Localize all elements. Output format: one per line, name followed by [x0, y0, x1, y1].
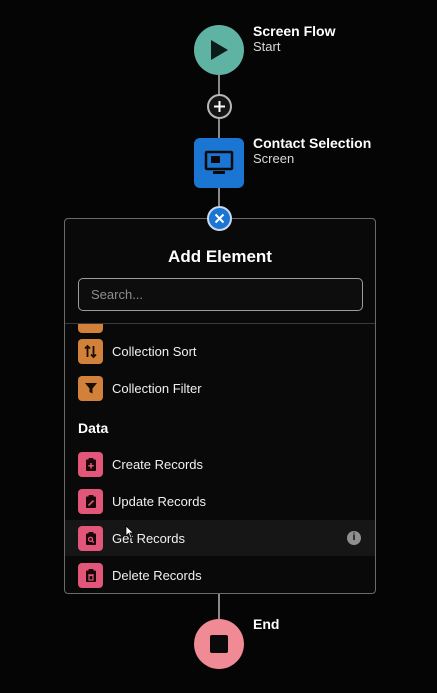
sort-arrows-icon [78, 338, 103, 364]
filter-icon [78, 375, 103, 401]
collection-sort-label: Collection Sort [112, 343, 197, 359]
list-item-create-records[interactable]: Create Records [65, 446, 375, 482]
list-item-delete-records[interactable]: Delete Records [65, 557, 375, 593]
screen-node-title: Contact Selection [253, 135, 372, 151]
screen-icon [204, 150, 234, 174]
search-input[interactable] [78, 278, 363, 311]
screen-node-subtitle: Screen [253, 151, 295, 166]
add-element-button[interactable] [207, 94, 232, 119]
start-node-label: Screen Flow Start [253, 23, 335, 55]
list-item-update-records[interactable]: Update Records [65, 483, 375, 519]
end-node-title: End [253, 616, 280, 632]
connector-screen-to-close [218, 188, 220, 206]
screen-node[interactable] [194, 138, 244, 188]
list-item-get-records[interactable]: Get Records i [65, 520, 375, 556]
start-node-subtitle: Start [253, 39, 281, 54]
element-list[interactable]: Collection Sort Collection Filter Data C… [65, 324, 375, 593]
delete-records-icon [78, 562, 103, 588]
mouse-cursor-icon [125, 525, 135, 539]
connector-start-to-add [218, 75, 220, 95]
add-element-panel: Add Element Collection Sort [64, 218, 376, 594]
list-item-collection-filter[interactable]: Collection Filter [65, 370, 375, 406]
close-icon [214, 213, 225, 224]
collection-filter-label: Collection Filter [112, 380, 202, 396]
section-header-data: Data [78, 420, 109, 436]
update-records-label: Update Records [112, 493, 206, 509]
stop-icon [210, 635, 228, 653]
create-records-icon [78, 451, 103, 477]
get-records-label: Get Records [112, 530, 185, 546]
close-panel-button[interactable] [207, 206, 232, 231]
start-node[interactable] [194, 25, 244, 75]
list-item-collection-sort[interactable]: Collection Sort [65, 333, 375, 369]
connector-panel-to-end [218, 594, 220, 619]
end-node[interactable] [194, 619, 244, 669]
flow-canvas: Screen Flow Start Contact Selection Scre… [0, 0, 437, 693]
connector-add-to-screen [218, 119, 220, 138]
info-icon[interactable]: i [347, 531, 361, 545]
update-records-icon [78, 488, 103, 514]
plus-icon [214, 101, 225, 112]
start-node-title: Screen Flow [253, 23, 336, 39]
partial-element-icon [78, 324, 103, 333]
play-icon [211, 40, 228, 60]
delete-records-label: Delete Records [112, 567, 202, 583]
create-records-label: Create Records [112, 456, 204, 472]
screen-node-label: Contact Selection Screen [253, 135, 371, 167]
get-records-icon [78, 525, 103, 551]
panel-title: Add Element [168, 247, 272, 266]
end-node-label: End [253, 616, 279, 632]
